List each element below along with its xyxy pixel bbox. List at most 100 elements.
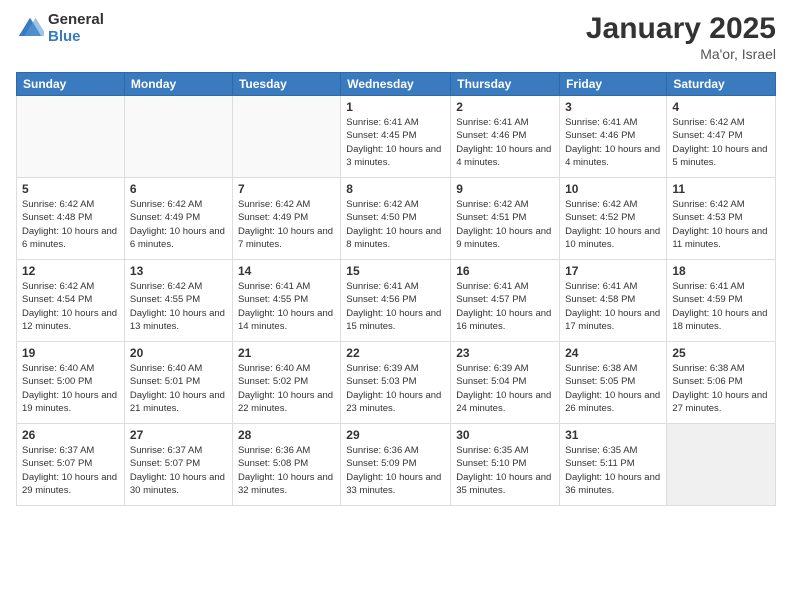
day-number: 10: [565, 182, 661, 196]
day-number: 15: [346, 264, 445, 278]
day-info: Sunrise: 6:42 AMSunset: 4:51 PMDaylight:…: [456, 198, 554, 251]
day-number: 18: [672, 264, 770, 278]
day-of-week-header: Friday: [560, 73, 667, 96]
day-number: 4: [672, 100, 770, 114]
calendar-week-row: 12 Sunrise: 6:42 AMSunset: 4:54 PMDayligh…: [17, 260, 776, 342]
calendar-cell: 8 Sunrise: 6:42 AMSunset: 4:50 PMDaylight…: [341, 178, 451, 260]
day-info: Sunrise: 6:41 AMSunset: 4:45 PMDaylight:…: [346, 116, 445, 169]
day-info: Sunrise: 6:42 AMSunset: 4:49 PMDaylight:…: [238, 198, 335, 251]
calendar-cell: [232, 96, 340, 178]
calendar-cell: 17Sunrise: 6:41 AMSunset: 4:58 PMDayligh…: [560, 260, 667, 342]
day-number: 1: [346, 100, 445, 114]
day-number: 14: [238, 264, 335, 278]
logo: General Blue: [16, 12, 104, 45]
day-info: Sunrise: 6:40 AMSunset: 5:00 PMDaylight:…: [22, 362, 119, 415]
calendar-table: SundayMondayTuesdayWednesdayThursdayFrid…: [16, 72, 776, 506]
day-info: Sunrise: 6:40 AMSunset: 5:01 PMDaylight:…: [130, 362, 227, 415]
day-number: 16: [456, 264, 554, 278]
calendar-cell: 21Sunrise: 6:40 AMSunset: 5:02 PMDayligh…: [232, 342, 340, 424]
day-info: Sunrise: 6:36 AMSunset: 5:08 PMDaylight:…: [238, 444, 335, 497]
day-info: Sunrise: 6:42 AMSunset: 4:52 PMDaylight:…: [565, 198, 661, 251]
day-number: 31: [565, 428, 661, 442]
day-of-week-header: Saturday: [667, 73, 776, 96]
calendar-cell: 25Sunrise: 6:38 AMSunset: 5:06 PMDayligh…: [667, 342, 776, 424]
day-info: Sunrise: 6:40 AMSunset: 5:02 PMDaylight:…: [238, 362, 335, 415]
calendar-week-row: 1 Sunrise: 6:41 AMSunset: 4:45 PMDaylight…: [17, 96, 776, 178]
day-number: 28: [238, 428, 335, 442]
day-number: 3: [565, 100, 661, 114]
day-info: Sunrise: 6:39 AMSunset: 5:04 PMDaylight:…: [456, 362, 554, 415]
logo-text: General Blue: [48, 12, 104, 45]
day-number: 6: [130, 182, 227, 196]
day-number: 20: [130, 346, 227, 360]
title-block: January 2025 Ma'or, Israel: [586, 12, 776, 62]
calendar-cell: 16 Sunrise: 6:41 AMSunset: 4:57 PMDayligh…: [451, 260, 560, 342]
day-number: 23: [456, 346, 554, 360]
day-info: Sunrise: 6:37 AMSunset: 5:07 PMDaylight:…: [130, 444, 227, 497]
day-info: Sunrise: 6:42 AMSunset: 4:48 PMDaylight:…: [22, 198, 119, 251]
day-of-week-header: Monday: [124, 73, 232, 96]
calendar-cell: 31 Sunrise: 6:35 AMSunset: 5:11 PMDayligh…: [560, 424, 667, 506]
day-number: 24: [565, 346, 661, 360]
calendar-cell: 13 Sunrise: 6:42 AMSunset: 4:55 PMDayligh…: [124, 260, 232, 342]
location: Ma'or, Israel: [586, 46, 776, 62]
day-number: 25: [672, 346, 770, 360]
calendar-cell: 1 Sunrise: 6:41 AMSunset: 4:45 PMDaylight…: [341, 96, 451, 178]
day-of-week-header: Sunday: [17, 73, 125, 96]
calendar-cell: 10 Sunrise: 6:42 AMSunset: 4:52 PMDayligh…: [560, 178, 667, 260]
day-number: 13: [130, 264, 227, 278]
day-info: Sunrise: 6:42 AMSunset: 4:47 PMDaylight:…: [672, 116, 770, 169]
day-info: Sunrise: 6:41 AMSunset: 4:59 PMDaylight:…: [672, 280, 770, 333]
day-info: Sunrise: 6:42 AMSunset: 4:53 PMDaylight:…: [672, 198, 770, 251]
day-info: Sunrise: 6:35 AMSunset: 5:11 PMDaylight:…: [565, 444, 661, 497]
calendar-cell: [667, 424, 776, 506]
day-number: 12: [22, 264, 119, 278]
day-number: 30: [456, 428, 554, 442]
calendar-cell: 12 Sunrise: 6:42 AMSunset: 4:54 PMDayligh…: [17, 260, 125, 342]
logo-general-text: General: [48, 12, 104, 29]
calendar-cell: 23 Sunrise: 6:39 AMSunset: 5:04 PMDayligh…: [451, 342, 560, 424]
calendar-cell: 18 Sunrise: 6:41 AMSunset: 4:59 PMDayligh…: [667, 260, 776, 342]
day-info: Sunrise: 6:35 AMSunset: 5:10 PMDaylight:…: [456, 444, 554, 497]
logo-blue-text: Blue: [48, 29, 104, 46]
day-info: Sunrise: 6:42 AMSunset: 4:55 PMDaylight:…: [130, 280, 227, 333]
day-info: Sunrise: 6:37 AMSunset: 5:07 PMDaylight:…: [22, 444, 119, 497]
calendar-cell: 9 Sunrise: 6:42 AMSunset: 4:51 PMDaylight…: [451, 178, 560, 260]
day-info: Sunrise: 6:41 AMSunset: 4:46 PMDaylight:…: [565, 116, 661, 169]
day-number: 29: [346, 428, 445, 442]
day-info: Sunrise: 6:42 AMSunset: 4:50 PMDaylight:…: [346, 198, 445, 251]
calendar-cell: 20 Sunrise: 6:40 AMSunset: 5:01 PMDayligh…: [124, 342, 232, 424]
header: General Blue January 2025 Ma'or, Israel: [16, 12, 776, 62]
day-info: Sunrise: 6:42 AMSunset: 4:54 PMDaylight:…: [22, 280, 119, 333]
day-number: 11: [672, 182, 770, 196]
calendar-cell: 4 Sunrise: 6:42 AMSunset: 4:47 PMDaylight…: [667, 96, 776, 178]
month-title: January 2025: [586, 12, 776, 46]
calendar-cell: 19Sunrise: 6:40 AMSunset: 5:00 PMDayligh…: [17, 342, 125, 424]
day-number: 7: [238, 182, 335, 196]
day-number: 17: [565, 264, 661, 278]
calendar-week-row: 19Sunrise: 6:40 AMSunset: 5:00 PMDayligh…: [17, 342, 776, 424]
day-of-week-header: Thursday: [451, 73, 560, 96]
calendar-week-row: 5 Sunrise: 6:42 AMSunset: 4:48 PMDaylight…: [17, 178, 776, 260]
calendar-cell: 11 Sunrise: 6:42 AMSunset: 4:53 PMDayligh…: [667, 178, 776, 260]
calendar-week-row: 26Sunrise: 6:37 AMSunset: 5:07 PMDayligh…: [17, 424, 776, 506]
calendar-cell: 30 Sunrise: 6:35 AMSunset: 5:10 PMDayligh…: [451, 424, 560, 506]
calendar-cell: 14Sunrise: 6:41 AMSunset: 4:55 PMDayligh…: [232, 260, 340, 342]
day-number: 9: [456, 182, 554, 196]
calendar-cell: 29 Sunrise: 6:36 AMSunset: 5:09 PMDayligh…: [341, 424, 451, 506]
day-info: Sunrise: 6:41 AMSunset: 4:57 PMDaylight:…: [456, 280, 554, 333]
day-info: Sunrise: 6:39 AMSunset: 5:03 PMDaylight:…: [346, 362, 445, 415]
calendar-cell: 6 Sunrise: 6:42 AMSunset: 4:49 PMDaylight…: [124, 178, 232, 260]
page: General Blue January 2025 Ma'or, Israel …: [0, 0, 792, 612]
day-number: 8: [346, 182, 445, 196]
day-number: 2: [456, 100, 554, 114]
day-of-week-header: Tuesday: [232, 73, 340, 96]
day-info: Sunrise: 6:41 AMSunset: 4:46 PMDaylight:…: [456, 116, 554, 169]
day-info: Sunrise: 6:36 AMSunset: 5:09 PMDaylight:…: [346, 444, 445, 497]
day-info: Sunrise: 6:42 AMSunset: 4:49 PMDaylight:…: [130, 198, 227, 251]
day-number: 5: [22, 182, 119, 196]
logo-icon: [16, 15, 44, 43]
calendar-cell: 28 Sunrise: 6:36 AMSunset: 5:08 PMDayligh…: [232, 424, 340, 506]
calendar-cell: 26Sunrise: 6:37 AMSunset: 5:07 PMDayligh…: [17, 424, 125, 506]
calendar-cell: 5 Sunrise: 6:42 AMSunset: 4:48 PMDaylight…: [17, 178, 125, 260]
